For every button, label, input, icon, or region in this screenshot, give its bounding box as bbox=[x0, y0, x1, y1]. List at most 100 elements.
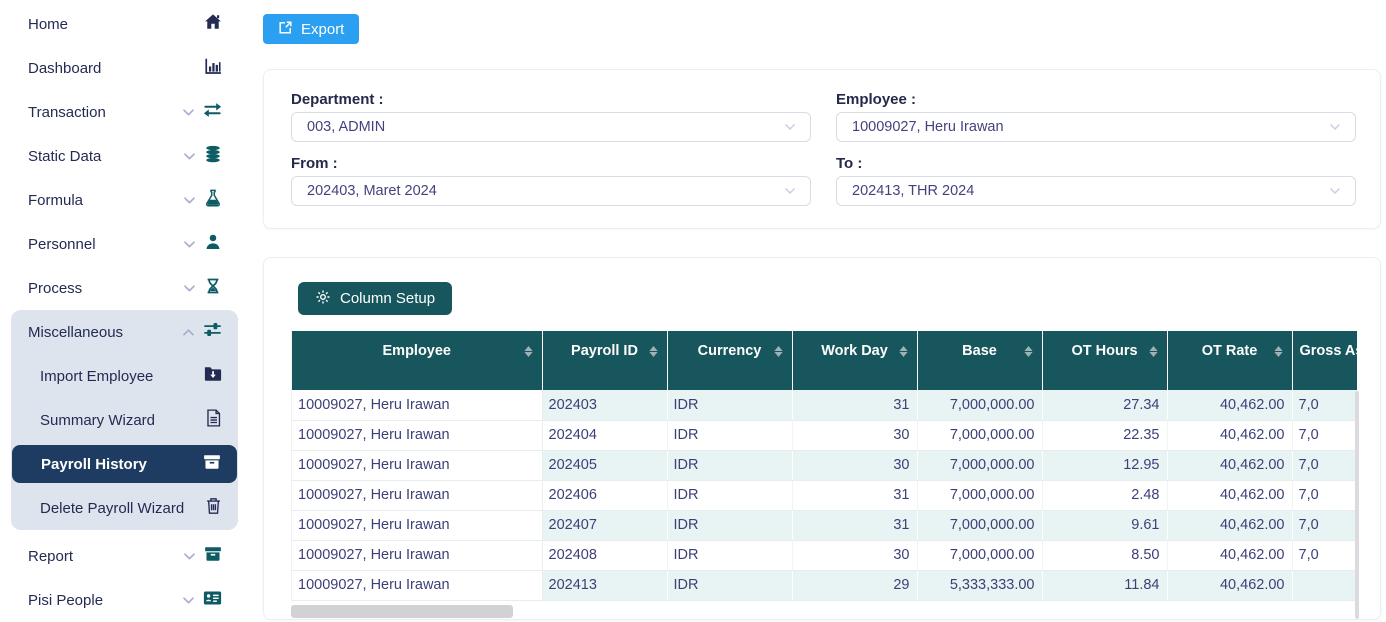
cell-work-day: 30 bbox=[792, 540, 917, 570]
cell-gross bbox=[1292, 570, 1357, 600]
cell-work-day: 31 bbox=[792, 510, 917, 540]
cell-gross: 7,0 bbox=[1292, 480, 1357, 510]
sort-icon bbox=[1024, 346, 1033, 357]
from-select-value: 202403, Maret 2024 bbox=[307, 183, 437, 199]
sidebar-item-label: Personnel bbox=[28, 236, 184, 253]
column-header-label: Employee bbox=[383, 343, 452, 359]
chevron-down-icon bbox=[1329, 123, 1341, 131]
sidebar-item-process[interactable]: Process bbox=[0, 266, 248, 310]
sidebar-item-home[interactable]: Home bbox=[0, 2, 248, 46]
sidebar-item-label: Payroll History bbox=[41, 456, 203, 473]
cell-ot-rate: 40,462.00 bbox=[1167, 570, 1292, 600]
vertical-scrollbar[interactable] bbox=[1355, 391, 1359, 619]
cell-currency: IDR bbox=[667, 510, 792, 540]
cell-ot-hours: 27.34 bbox=[1042, 390, 1167, 420]
table-row[interactable]: 10009027, Heru Irawan 202404 IDR 30 7,00… bbox=[292, 420, 1357, 450]
gear-icon bbox=[315, 289, 331, 309]
folder-import-icon bbox=[204, 366, 222, 387]
cell-ot-rate: 40,462.00 bbox=[1167, 540, 1292, 570]
employee-select[interactable]: 10009027, Heru Irawan bbox=[836, 112, 1356, 142]
cell-employee: 10009027, Heru Irawan bbox=[292, 510, 542, 540]
column-setup-button[interactable]: Column Setup bbox=[298, 282, 452, 315]
sidebar-item-transaction[interactable]: Transaction bbox=[0, 90, 248, 134]
sidebar-item-label: Home bbox=[28, 16, 204, 33]
sidebar-item-import-employee[interactable]: Import Employee bbox=[11, 354, 238, 398]
sidebar-item-report[interactable]: Report bbox=[0, 534, 248, 578]
column-header-ot-hours[interactable]: OT Hours bbox=[1042, 331, 1167, 390]
sidebar-item-label: Report bbox=[28, 548, 184, 565]
employee-label: Employee : bbox=[836, 91, 916, 108]
sidebar-item-delete-payroll-wizard[interactable]: Delete Payroll Wizard bbox=[11, 486, 238, 530]
cell-ot-rate: 40,462.00 bbox=[1167, 420, 1292, 450]
cell-payroll-id: 202406 bbox=[542, 480, 667, 510]
column-header-label: OT Hours bbox=[1071, 343, 1137, 359]
column-header-employee[interactable]: Employee bbox=[292, 331, 542, 390]
chevron-down-icon bbox=[184, 547, 195, 565]
column-header-work-day[interactable]: Work Day bbox=[792, 331, 917, 390]
column-header-currency[interactable]: Currency bbox=[667, 331, 792, 390]
sidebar-item-dashboard[interactable]: Dashboard bbox=[0, 46, 248, 90]
table-row[interactable]: 10009027, Heru Irawan 202406 IDR 31 7,00… bbox=[292, 480, 1357, 510]
cell-employee: 10009027, Heru Irawan bbox=[292, 570, 542, 600]
sidebar-item-pisi-people[interactable]: Pisi People bbox=[0, 578, 248, 622]
column-header-ot-rate[interactable]: OT Rate bbox=[1167, 331, 1292, 390]
to-select[interactable]: 202413, THR 2024 bbox=[836, 176, 1356, 206]
chevron-up-icon bbox=[183, 323, 194, 341]
column-header-gross[interactable]: Gross As bbox=[1292, 331, 1357, 390]
column-header-payroll-id[interactable]: Payroll ID bbox=[542, 331, 667, 390]
cell-ot-rate: 40,462.00 bbox=[1167, 390, 1292, 420]
chevron-down-icon bbox=[184, 235, 195, 253]
sidebar-item-label: Delete Payroll Wizard bbox=[40, 500, 205, 517]
sidebar-item-label: Summary Wizard bbox=[40, 412, 205, 429]
table-row[interactable]: 10009027, Heru Irawan 202407 IDR 31 7,00… bbox=[292, 510, 1357, 540]
cell-ot-hours: 12.95 bbox=[1042, 450, 1167, 480]
sidebar-item-miscellaneous[interactable]: Miscellaneous bbox=[11, 310, 238, 354]
cell-base: 7,000,000.00 bbox=[917, 510, 1042, 540]
table-row[interactable]: 10009027, Heru Irawan 202408 IDR 30 7,00… bbox=[292, 540, 1357, 570]
cell-ot-hours: 22.35 bbox=[1042, 420, 1167, 450]
flask-icon bbox=[204, 189, 222, 212]
cell-currency: IDR bbox=[667, 420, 792, 450]
cell-base: 7,000,000.00 bbox=[917, 540, 1042, 570]
cell-work-day: 29 bbox=[792, 570, 917, 600]
sidebar-item-personnel[interactable]: Personnel bbox=[0, 222, 248, 266]
export-button[interactable]: Export bbox=[263, 14, 359, 44]
table-row[interactable]: 10009027, Heru Irawan 202403 IDR 31 7,00… bbox=[292, 390, 1357, 420]
sidebar-item-formula[interactable]: Formula bbox=[0, 178, 248, 222]
miscellaneous-group: Miscellaneous Import Employee Summary Wi… bbox=[11, 310, 238, 530]
cell-base: 7,000,000.00 bbox=[917, 390, 1042, 420]
department-select[interactable]: 003, ADMIN bbox=[291, 112, 811, 142]
cell-employee: 10009027, Heru Irawan bbox=[292, 480, 542, 510]
from-label: From : bbox=[291, 155, 338, 172]
bar-chart-icon bbox=[204, 57, 222, 80]
archive-box-icon bbox=[203, 454, 221, 475]
cell-ot-hours: 9.61 bbox=[1042, 510, 1167, 540]
from-select[interactable]: 202403, Maret 2024 bbox=[291, 176, 811, 206]
sidebar-item-label: Process bbox=[28, 280, 184, 297]
cell-employee: 10009027, Heru Irawan bbox=[292, 390, 542, 420]
table-row[interactable]: 10009027, Heru Irawan 202405 IDR 30 7,00… bbox=[292, 450, 1357, 480]
sort-icon bbox=[1149, 346, 1158, 357]
archive-icon bbox=[204, 546, 222, 567]
document-icon bbox=[205, 409, 222, 432]
trash-icon bbox=[205, 497, 222, 520]
cell-gross: 7,0 bbox=[1292, 510, 1357, 540]
sidebar-item-payroll-history[interactable]: Payroll History bbox=[12, 445, 237, 483]
column-header-base[interactable]: Base bbox=[917, 331, 1042, 390]
cell-currency: IDR bbox=[667, 570, 792, 600]
chevron-down-icon bbox=[784, 123, 796, 131]
sidebar-item-label: Pisi People bbox=[28, 592, 183, 609]
chevron-down-icon bbox=[183, 591, 194, 609]
cell-currency: IDR bbox=[667, 480, 792, 510]
sort-icon bbox=[1274, 346, 1283, 357]
cell-ot-rate: 40,462.00 bbox=[1167, 510, 1292, 540]
horizontal-scrollbar-thumb[interactable] bbox=[291, 605, 513, 618]
payroll-table: Employee Payroll ID Currency Work Day Ba… bbox=[291, 331, 1357, 601]
export-button-label: Export bbox=[301, 21, 344, 38]
sidebar-item-label: Miscellaneous bbox=[28, 324, 183, 341]
sidebar-item-summary-wizard[interactable]: Summary Wizard bbox=[11, 398, 238, 442]
sidebar-item-static-data[interactable]: Static Data bbox=[0, 134, 248, 178]
sort-icon bbox=[649, 346, 658, 357]
cell-payroll-id: 202405 bbox=[542, 450, 667, 480]
table-row[interactable]: 10009027, Heru Irawan 202413 IDR 29 5,33… bbox=[292, 570, 1357, 600]
